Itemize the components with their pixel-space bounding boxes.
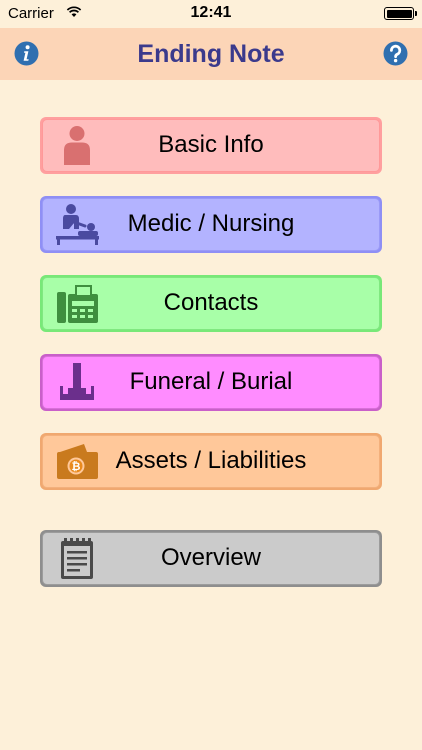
overview-button[interactable]: Overview (40, 530, 382, 587)
medic-nursing-button[interactable]: Medic / Nursing (40, 196, 382, 253)
basic-info-label: Basic Info (158, 131, 264, 158)
clock-time: 12:41 (190, 4, 232, 21)
basic-info-button[interactable]: Basic Info (40, 117, 382, 174)
battery-icon (384, 7, 417, 20)
funeral-burial-button[interactable]: Funeral / Burial (40, 354, 382, 411)
help-icon[interactable] (383, 41, 408, 66)
assets-liabilities-label: Assets / Liabilities (115, 447, 307, 474)
contacts-label: Contacts (163, 289, 259, 316)
navigation-bar: Ending Note (0, 28, 422, 80)
funeral-burial-label: Funeral / Burial (129, 368, 293, 395)
status-bar: Carrier 12:41 (0, 0, 422, 28)
app-title: Ending Note (137, 40, 285, 68)
assets-liabilities-button[interactable]: ₿ Assets / Liabilities (40, 433, 382, 490)
overview-label: Overview (160, 544, 262, 571)
contacts-button[interactable]: Contacts (40, 275, 382, 332)
medic-nursing-label: Medic / Nursing (127, 210, 295, 237)
